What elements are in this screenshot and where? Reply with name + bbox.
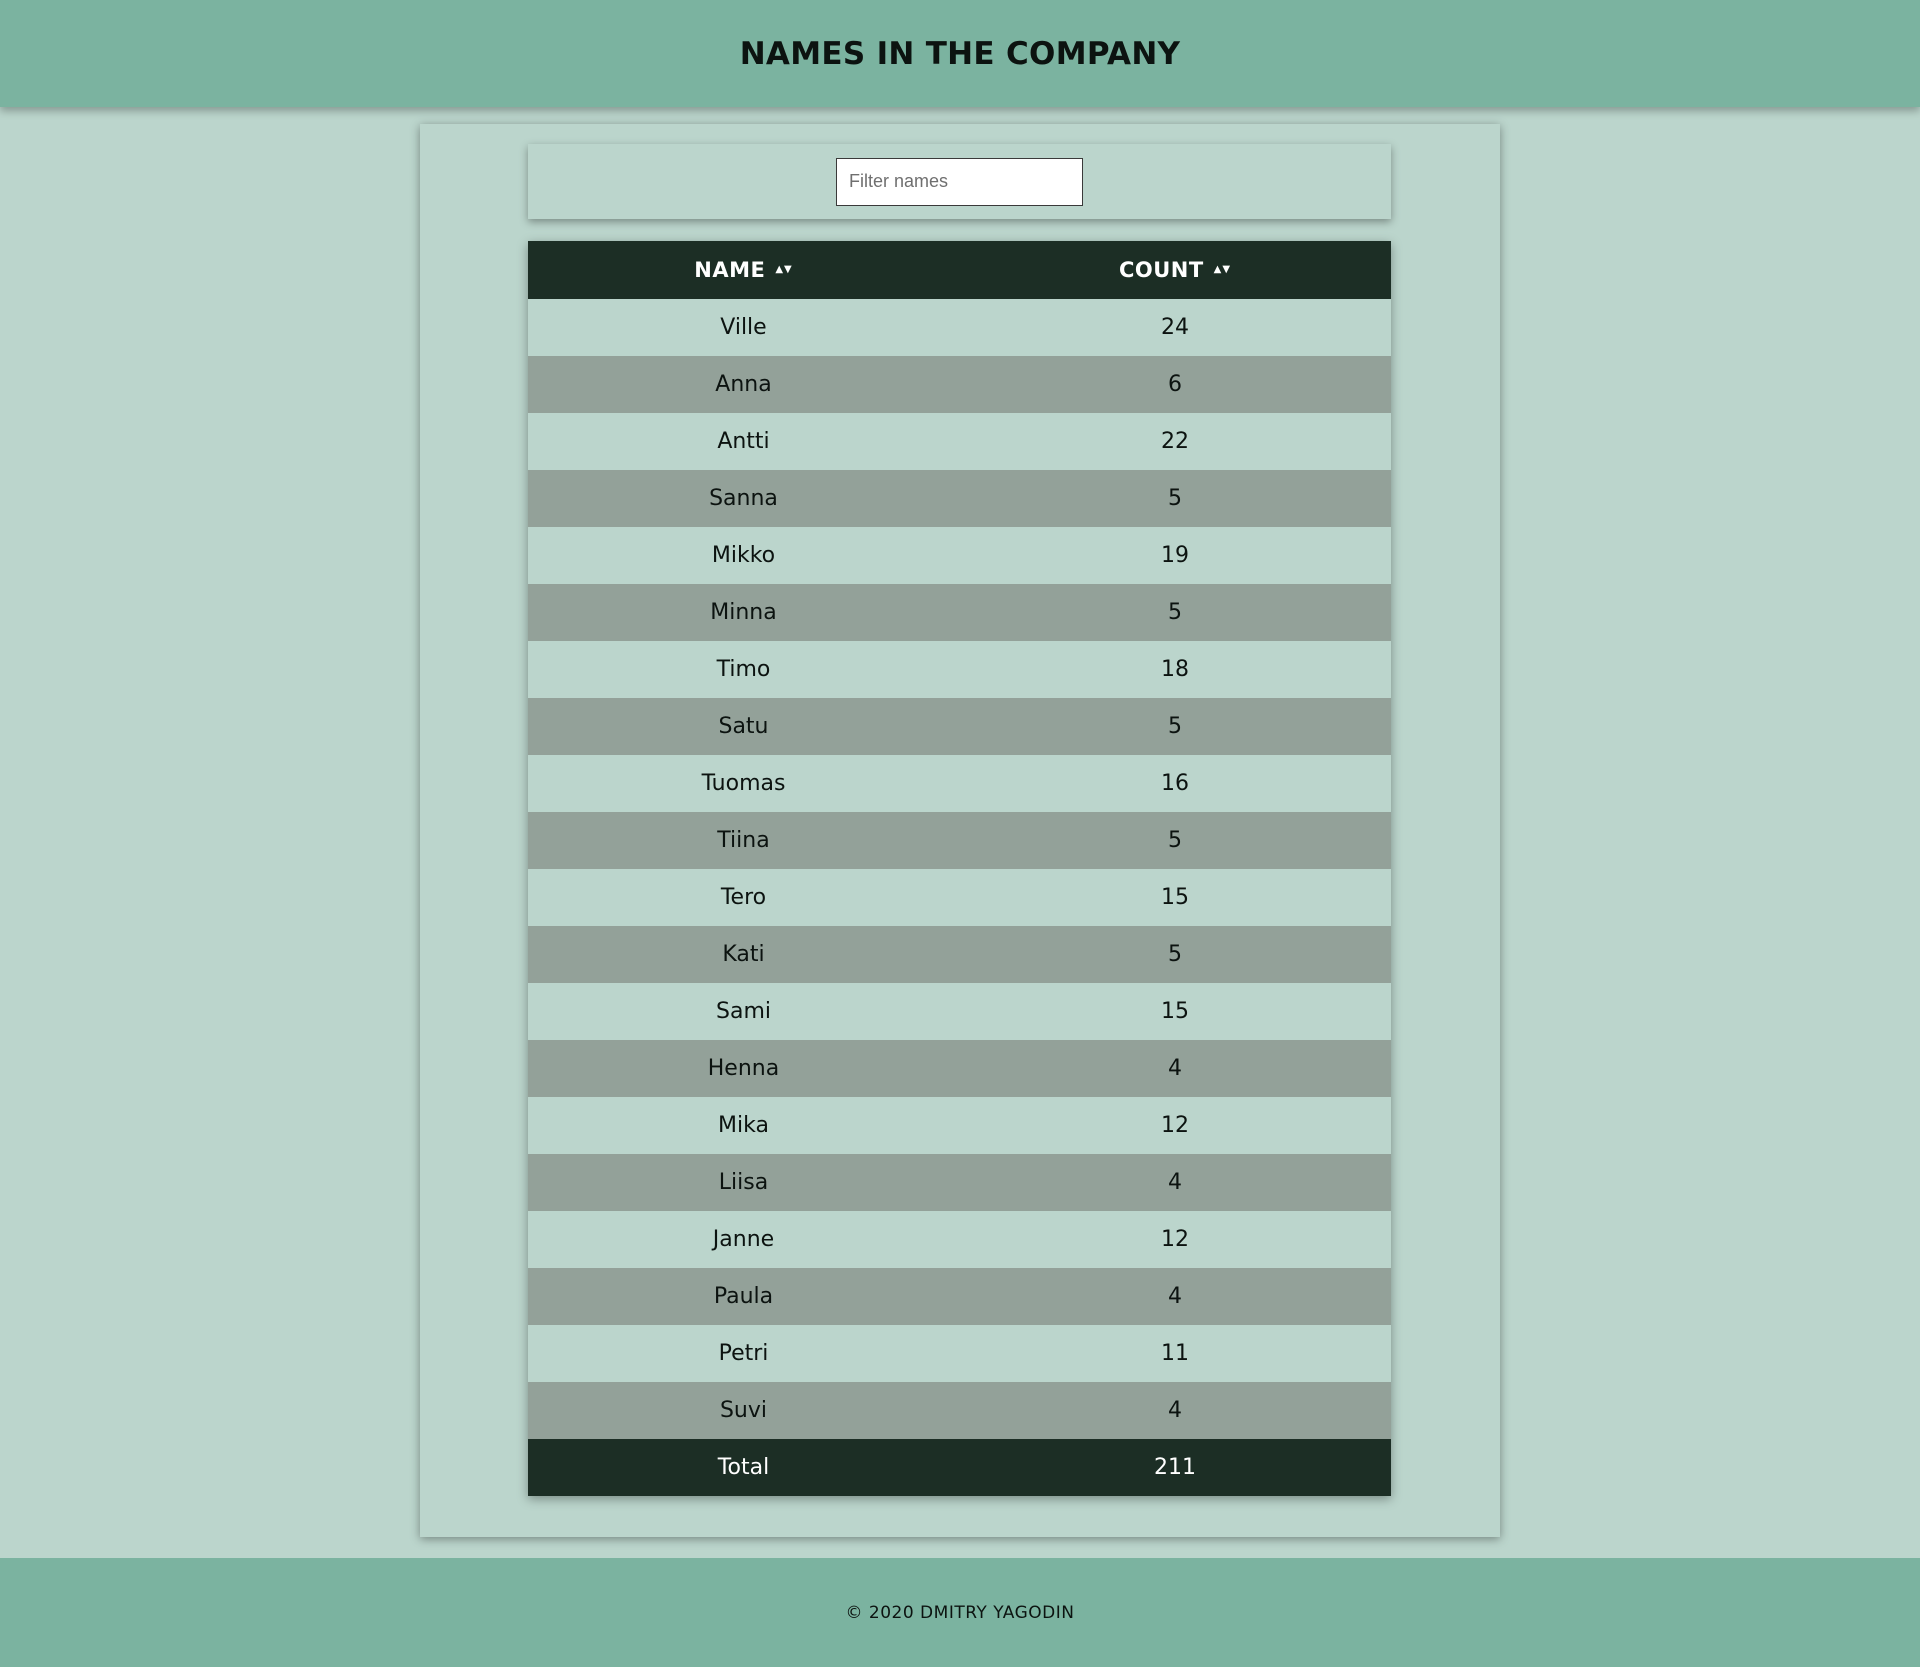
page-footer: © 2020 DMITRY YAGODIN [0, 1558, 1920, 1667]
name-cell: Kati [528, 926, 959, 983]
table-row: Mika 12 [528, 1097, 1391, 1154]
count-cell: 15 [959, 869, 1391, 926]
name-cell: Satu [528, 698, 959, 755]
count-cell: 12 [959, 1097, 1391, 1154]
name-cell: Petri [528, 1325, 959, 1382]
sort-up-down-icon[interactable]: ▲▼ [775, 264, 792, 275]
column-header-name-label: NAME [694, 258, 766, 282]
name-cell: Mika [528, 1097, 959, 1154]
count-cell: 15 [959, 983, 1391, 1040]
count-cell: 16 [959, 755, 1391, 812]
count-cell: 4 [959, 1040, 1391, 1097]
table-row: Timo 18 [528, 641, 1391, 698]
count-cell: 5 [959, 584, 1391, 641]
table-header: NAME ▲▼ COUNT ▲▼ [528, 241, 1391, 299]
name-cell: Anna [528, 356, 959, 413]
name-cell: Suvi [528, 1382, 959, 1439]
count-cell: 5 [959, 698, 1391, 755]
total-row: Total 211 [528, 1439, 1391, 1496]
table-row: Sanna 5 [528, 470, 1391, 527]
main-content: NAME▲▼ COUNT▲▼ Ville24Anna6Antti22Sanna5… [420, 124, 1500, 1537]
table-row: Suvi 4 [528, 1382, 1391, 1439]
name-cell: Ville [528, 299, 959, 356]
name-cell: Tuomas [528, 755, 959, 812]
count-cell: 18 [959, 641, 1391, 698]
name-cell: Henna [528, 1040, 959, 1097]
table-header-row: NAME ▲▼ COUNT ▲▼ [528, 241, 1391, 299]
name-cell: Janne [528, 1211, 959, 1268]
count-cell: 6 [959, 356, 1391, 413]
filter-names-input[interactable] [836, 157, 1083, 206]
count-cell: 5 [959, 812, 1391, 869]
table-row: Kati 5 [528, 926, 1391, 983]
table-row: Mikko 19 [528, 527, 1391, 584]
table-row: Petri 11 [528, 1325, 1391, 1382]
table-row: Tuomas 16 [528, 755, 1391, 812]
name-cell: Liisa [528, 1154, 959, 1211]
table-row: Henna 4 [528, 1040, 1391, 1097]
table-row: Liisa 4 [528, 1154, 1391, 1211]
table-row: Satu 5 [528, 698, 1391, 755]
count-cell: 12 [959, 1211, 1391, 1268]
count-cell: 24 [959, 299, 1391, 356]
name-cell: Sami [528, 983, 959, 1040]
column-header-count[interactable]: COUNT ▲▼ [959, 241, 1391, 299]
count-cell: 4 [959, 1268, 1391, 1325]
page-title: NAMES IN THE COMPANY [739, 35, 1181, 72]
table-row: Minna 5 [528, 584, 1391, 641]
name-cell: Paula [528, 1268, 959, 1325]
filter-panel [528, 144, 1391, 219]
table-footer: Total 211 [528, 1439, 1391, 1496]
name-cell: Sanna [528, 470, 959, 527]
table-body: Ville 24 Anna 6 Antti 22 Sanna 5 Mikko 19 Minna 5 Ti… [528, 299, 1391, 1439]
name-cell: Tero [528, 869, 959, 926]
name-cell: Antti [528, 413, 959, 470]
column-header-name[interactable]: NAME ▲▼ [528, 241, 959, 299]
total-label: Total [528, 1439, 959, 1496]
count-cell: 5 [959, 470, 1391, 527]
table-row: Sami 15 [528, 983, 1391, 1040]
table-row: Tero 15 [528, 869, 1391, 926]
count-cell: 4 [959, 1382, 1391, 1439]
table-row: Janne 12 [528, 1211, 1391, 1268]
table-row: Tiina 5 [528, 812, 1391, 869]
count-cell: 5 [959, 926, 1391, 983]
name-cell: Minna [528, 584, 959, 641]
table-row: Antti 22 [528, 413, 1391, 470]
page-header: NAMES IN THE COMPANY [0, 0, 1920, 107]
count-cell: 19 [959, 527, 1391, 584]
name-cell: Tiina [528, 812, 959, 869]
count-cell: 11 [959, 1325, 1391, 1382]
count-cell: 22 [959, 413, 1391, 470]
table-row: Ville 24 [528, 299, 1391, 356]
count-cell: 4 [959, 1154, 1391, 1211]
copyright-text: © 2020 DMITRY YAGODIN [845, 1602, 1075, 1623]
table-row: Paula 4 [528, 1268, 1391, 1325]
name-cell: Mikko [528, 527, 959, 584]
total-value: 211 [959, 1439, 1391, 1496]
names-table: NAME ▲▼ COUNT ▲▼ Ville 24 Anna 6 Antti 22 Sanna 5… [528, 241, 1391, 1496]
sort-up-down-icon[interactable]: ▲▼ [1214, 264, 1231, 275]
column-header-count-label: COUNT [1118, 258, 1204, 282]
table-row: Anna 6 [528, 356, 1391, 413]
name-cell: Timo [528, 641, 959, 698]
